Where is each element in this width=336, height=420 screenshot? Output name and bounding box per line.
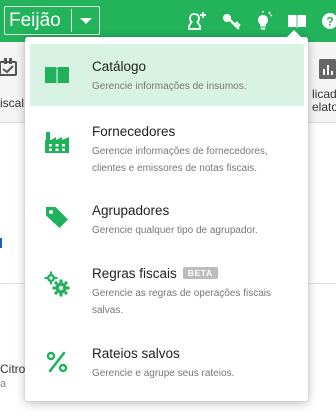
background-right-label-line2: elato [312, 100, 336, 114]
background-link-marker [0, 238, 2, 248]
company-name: Feijão [9, 10, 61, 31]
menu-item-catalogo[interactable]: Catálogo Gerencie informações de insumos… [30, 44, 304, 106]
help-icon[interactable]: ? [320, 11, 336, 31]
catalog-dropdown-menu: Catálogo Gerencie informações de insumos… [25, 30, 308, 401]
company-selector[interactable]: Feijão [4, 6, 100, 35]
background-item-title: Citro [0, 362, 26, 376]
menu-item-description: Gerencie informações de fornecedores, cl… [92, 146, 268, 174]
book-icon[interactable] [286, 10, 308, 40]
key-icon[interactable] [220, 10, 242, 32]
menu-item-title: Rateios salvos [92, 346, 180, 361]
top-bar: Feijão ? [0, 0, 336, 42]
selector-divider [71, 9, 72, 32]
beta-badge: BETA [182, 267, 218, 279]
tag-icon [44, 204, 70, 230]
gears-icon [44, 271, 70, 297]
menu-item-description: Gerencie qualquer tipo de agrupador. [92, 225, 258, 236]
dropdown-pointer [287, 30, 301, 37]
report-icon [318, 58, 336, 80]
menu-item-description: Gerencie e agrupe seus rateios. [92, 368, 235, 379]
menu-item-description: Gerencie as regras de operações fiscais … [92, 288, 271, 316]
background-right-label: licad elato [312, 88, 336, 114]
book-icon [44, 62, 70, 88]
background-item-subtitle: a [0, 378, 7, 390]
lightbulb-icon[interactable] [253, 10, 275, 32]
menu-item-title: Catálogo [92, 59, 147, 74]
menu-item-title: Regras fiscais BETA [92, 266, 218, 281]
background-left-label: iscal [0, 96, 25, 110]
user-add-icon[interactable] [186, 10, 208, 32]
menu-item-title-text: Regras fiscais [92, 266, 177, 281]
percent-icon [44, 349, 70, 375]
factory-icon [44, 129, 70, 155]
fiscal-icon [0, 58, 18, 78]
menu-item-title: Fornecedores [92, 124, 176, 139]
menu-item-rateios-salvos[interactable]: Rateios salvos Gerencie e agrupe seus ra… [30, 335, 304, 391]
svg-text:?: ? [326, 15, 333, 29]
menu-item-agrupadores[interactable]: Agrupadores Gerencie qualquer tipo de ag… [30, 190, 304, 244]
menu-item-title: Agrupadores [92, 203, 170, 218]
menu-item-description: Gerencie informações de insumos. [92, 81, 247, 92]
menu-item-fornecedores[interactable]: Fornecedores Gerencie informações de for… [30, 113, 304, 179]
chevron-down-icon[interactable] [80, 18, 92, 24]
menu-item-regras-fiscais[interactable]: Regras fiscais BETA Gerencie as regras de… [30, 255, 304, 323]
